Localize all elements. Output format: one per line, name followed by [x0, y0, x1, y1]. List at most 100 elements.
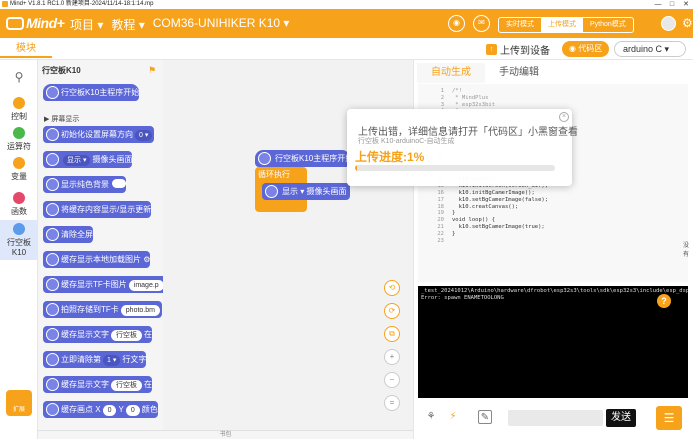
redo-icon[interactable]: ⟳: [384, 303, 400, 319]
upload-progress-label: 上传进度:1%: [355, 150, 425, 164]
code-line: /*!: [452, 88, 462, 94]
upload-to-device-button[interactable]: ↑ 上传到设备: [486, 42, 550, 57]
code-line: k10.creatCanvas();: [452, 203, 519, 210]
block-draw-point[interactable]: 缓存画点 X 0 Y 0 颜色: [43, 401, 158, 418]
mode-realtime[interactable]: 实时模式: [499, 18, 541, 32]
menu-device-port[interactable]: COM36-UNIHIKER K10 ▾: [153, 16, 290, 33]
line-number: 3: [440, 101, 444, 108]
app-icon: [2, 1, 8, 7]
code-line: }: [452, 210, 456, 217]
upload-progress-fill: [355, 165, 357, 171]
mindplus-logo: Mind+: [6, 15, 65, 31]
pin-icon[interactable]: ⚑: [148, 65, 156, 76]
block-clear-screen[interactable]: 清除全屏: [43, 226, 93, 243]
block-clear-line[interactable]: 立即清除第 1 ▾ 行文字: [43, 351, 147, 368]
line-number: 21: [437, 223, 444, 230]
terminal-line: _test_20241012\Arduino\hardware\dfrobot\…: [421, 288, 688, 294]
header-right: ⚙: [661, 16, 693, 31]
loop-label: 循环执行: [258, 170, 290, 179]
window-controls: — □ ✕: [651, 0, 693, 9]
extensions-button[interactable]: 扩展: [6, 390, 32, 416]
help-icon[interactable]: ?: [657, 294, 671, 308]
category-variables[interactable]: 变量: [0, 157, 38, 182]
line-number: 1: [440, 88, 444, 94]
edge-text: 没有: [683, 243, 690, 258]
category-dot: [13, 127, 25, 139]
close-icon[interactable]: ×: [559, 112, 569, 122]
avatar[interactable]: [661, 16, 676, 31]
close-icon[interactable]: ✕: [679, 0, 693, 9]
tab-modules[interactable]: 模块: [0, 40, 52, 58]
line-number: 2: [440, 94, 444, 101]
upload-error-popup: 上传出错，详细信息请打开「代码区」小黑窗查看 行空板 K10-arduinoC-…: [347, 109, 578, 186]
line-number: 19: [437, 210, 444, 217]
block-solid-background[interactable]: 显示纯色背景: [43, 176, 126, 193]
workspace-tools: ⟲ ⟳ ⧉ + − =: [384, 280, 400, 418]
mail-icon[interactable]: ✉: [473, 15, 490, 32]
backpack-bar[interactable]: 书包: [38, 430, 413, 439]
search-icon[interactable]: ⚲: [0, 70, 38, 84]
tab-manual-edit[interactable]: 手动编辑: [485, 63, 553, 83]
minimize-icon[interactable]: —: [651, 0, 665, 9]
zoom-in-icon[interactable]: +: [384, 349, 400, 365]
category-unihiker-k10[interactable]: 行空板K10: [0, 220, 38, 260]
upload-icon: ↑: [486, 44, 497, 55]
menu-icon[interactable]: ☰: [656, 406, 682, 430]
code-area-button[interactable]: ◉ 代码区: [562, 41, 610, 57]
window-title: Mind+ V1.8.1 RC1.0 新建项目-2024/11/14-18:1:…: [10, 1, 154, 7]
palette-title: 行空板K10: [42, 66, 81, 75]
block-tf-image[interactable]: 缓存显示TF卡图片 image.p: [43, 276, 163, 293]
mode-upload[interactable]: 上传模式: [541, 18, 583, 32]
window-titlebar: Mind+ V1.8.1 RC1.0 新建项目-2024/11/14-18:1:…: [0, 0, 693, 9]
category-dot: [13, 223, 25, 235]
code-line: k10.initBgCamerImage();: [452, 189, 535, 196]
app-header: Mind+ 项目 ▾ 教程 ▾ COM36-UNIHIKER K10 ▾ ◉ ✉…: [0, 9, 693, 38]
header-icons: ◉ ✉: [448, 15, 490, 32]
line-number: 18: [437, 203, 444, 210]
line-number: 16: [437, 189, 444, 196]
line-number: 23: [437, 237, 444, 244]
board-select[interactable]: arduino C ▾: [614, 41, 686, 57]
zoom-reset-icon[interactable]: =: [384, 395, 400, 411]
mode-switch: 实时模式 上传模式 Python模式: [498, 17, 634, 33]
terminal-output[interactable]: _test_20241012\Arduino\hardware\dfrobot\…: [418, 286, 688, 398]
category-dot: [13, 157, 25, 169]
block-show-text[interactable]: 缓存显示文字 行空板在: [43, 326, 152, 343]
block-show-camera[interactable]: 显示 ▾ 摄像头画面: [43, 151, 133, 168]
clear-terminal-icon[interactable]: ✎: [478, 410, 492, 424]
maximize-icon[interactable]: □: [665, 0, 679, 9]
block-init-screen-dir[interactable]: 初始化设置屏幕方向 0 ▾: [43, 126, 155, 143]
category-control[interactable]: 控制: [0, 97, 38, 122]
category-dot: [13, 97, 25, 109]
zoom-out-icon[interactable]: −: [384, 372, 400, 388]
block-update-display[interactable]: 将缓存内容显示/显示更新: [43, 201, 152, 218]
menu-project[interactable]: 项目 ▾: [70, 16, 103, 33]
workspace-main-block[interactable]: 行空板K10主程序开始: [255, 150, 353, 167]
block-palette: 行空板K10 ⚑ 行空板K10主程序开始 ▶ 屏幕显示 初始化设置屏幕方向 0 ▾…: [38, 60, 163, 430]
terminal-line: Error: spawn ENAMETOOLONG: [421, 295, 504, 301]
gear-icon[interactable]: ⚙: [682, 16, 693, 31]
serial-settings-icon[interactable]: ⚘: [424, 410, 438, 424]
palette-section-screen[interactable]: ▶ 屏幕显示: [44, 114, 79, 124]
workspace-show-camera-block[interactable]: 显示 ▾ 摄像头画面: [262, 183, 350, 200]
serial-icon[interactable]: ⚡: [446, 410, 460, 424]
category-functions[interactable]: 函数: [0, 192, 38, 217]
block-show-text-2[interactable]: 缓存显示文字 行空板在: [43, 376, 152, 393]
block-local-image[interactable]: 缓存显示本地加载图片 ⚙: [43, 251, 151, 268]
line-number: 20: [437, 217, 444, 224]
code-tabs: 自动生成 手动编辑: [417, 63, 653, 83]
code-line: }: [452, 230, 456, 237]
category-operators[interactable]: 运算符: [0, 127, 38, 152]
tab-auto-generate[interactable]: 自动生成: [417, 63, 485, 83]
robot-icon[interactable]: ◉: [448, 15, 465, 32]
upload-progress-bar: [355, 165, 555, 171]
serial-input[interactable]: [508, 410, 603, 426]
block-main-start[interactable]: 行空板K10主程序开始: [43, 84, 140, 101]
block-photo-tf[interactable]: 拍照存储到TF卡 photo.bm: [43, 301, 162, 318]
mode-python[interactable]: Python模式: [583, 18, 633, 32]
cleanup-icon[interactable]: ⧉: [384, 326, 400, 342]
send-button[interactable]: 发送: [606, 409, 636, 427]
menu-tutorial[interactable]: 教程 ▾: [111, 16, 144, 33]
undo-icon[interactable]: ⟲: [384, 280, 400, 296]
